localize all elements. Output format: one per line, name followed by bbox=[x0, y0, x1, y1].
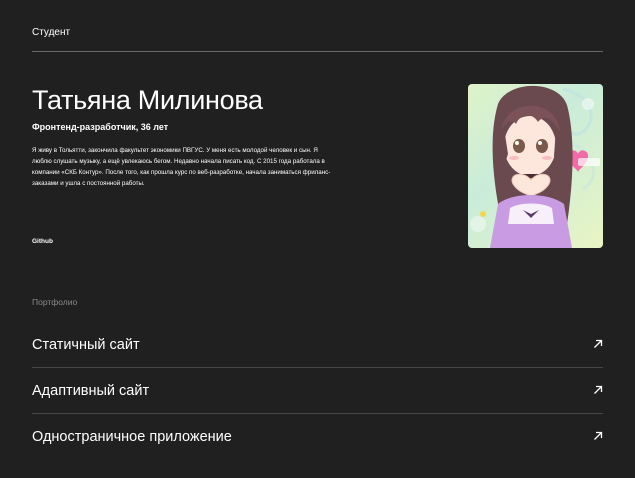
profile-photo bbox=[468, 84, 603, 248]
profile-bio: Я живу в Тольятти, закончила факультет э… bbox=[32, 147, 331, 187]
portfolio-link-single-page-app[interactable]: Одностраничное приложение bbox=[32, 429, 232, 445]
anime-avatar-illustration bbox=[470, 85, 600, 248]
profile-name: Татьяна Милинова bbox=[32, 85, 263, 115]
header-title-link[interactable]: Студент bbox=[32, 27, 70, 38]
portfolio-list: Статичный сайт Адаптивный сайт Одностран… bbox=[32, 322, 603, 460]
github-link[interactable]: Github bbox=[32, 238, 53, 245]
arrow-up-right-icon[interactable] bbox=[593, 339, 603, 349]
portfolio-title: Портфолио bbox=[32, 297, 78, 307]
portfolio-item: Адаптивный сайт bbox=[32, 368, 603, 414]
header-divider bbox=[32, 51, 603, 52]
arrow-up-right-icon[interactable] bbox=[593, 431, 603, 441]
portfolio-item: Одностраничное приложение bbox=[32, 414, 603, 460]
portfolio-link-adaptive-site[interactable]: Адаптивный сайт bbox=[32, 383, 149, 399]
profile-role: Фронтенд-разработчик, 36 лет bbox=[32, 122, 169, 132]
portfolio-link-static-site[interactable]: Статичный сайт bbox=[32, 337, 140, 353]
page: Студент Татьяна Милинова Фронтенд-разраб… bbox=[0, 0, 635, 478]
arrow-up-right-icon[interactable] bbox=[593, 385, 603, 395]
portfolio-item: Статичный сайт bbox=[32, 322, 603, 368]
